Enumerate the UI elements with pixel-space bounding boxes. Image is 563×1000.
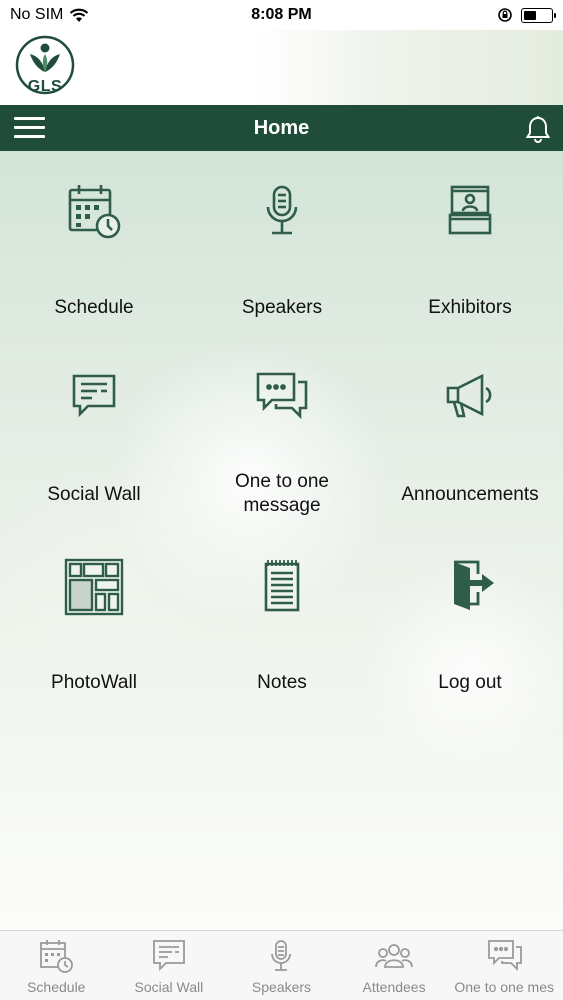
bell-icon — [525, 116, 551, 143]
wifi-icon — [69, 8, 89, 23]
menu-item-photowall[interactable]: PhotoWall — [0, 526, 188, 711]
menu-item-label: Log out — [438, 672, 502, 693]
megaphone-icon — [440, 368, 500, 428]
menu-item-announcements[interactable]: Announcements — [376, 338, 563, 523]
chat-bubble-icon — [150, 939, 188, 973]
menu-line — [14, 117, 45, 120]
chat-bubble-icon — [64, 368, 124, 428]
microphone-icon — [262, 939, 300, 973]
status-right — [497, 7, 556, 23]
tab-social-wall[interactable]: Social Wall — [113, 931, 226, 1000]
menu-line — [14, 126, 45, 129]
microphone-icon — [252, 181, 312, 241]
menu-item-label: Speakers — [241, 297, 323, 318]
menu-item-label: One to one message — [234, 471, 330, 516]
menu-item-one-to-one-message[interactable]: One to one message — [188, 338, 376, 523]
tab-one-to-one-message[interactable]: One to one mes — [450, 931, 563, 1000]
menu-item-label: Exhibitors — [428, 297, 512, 318]
menu-item-exhibitors[interactable]: Exhibitors — [376, 151, 563, 336]
menu-item-label: PhotoWall — [51, 672, 137, 693]
tab-bar: Schedule Social Wall Speakers Attendees … — [0, 930, 563, 1000]
menu-item-speakers[interactable]: Speakers — [188, 151, 376, 336]
status-left: No SIM — [10, 6, 89, 24]
rotation-lock-icon — [497, 7, 513, 23]
tab-label: One to one mes — [454, 979, 554, 995]
battery-icon — [521, 7, 556, 23]
menu-item-log-out[interactable]: Log out — [376, 526, 563, 711]
menu-item-label: Schedule — [54, 297, 134, 318]
tab-label: Schedule — [27, 979, 86, 995]
menu-button[interactable] — [14, 117, 45, 139]
menu-line — [14, 135, 45, 138]
menu-item-label: Announcements — [401, 484, 539, 505]
nav-bar: Home — [0, 105, 563, 151]
menu-item-schedule[interactable]: Schedule — [0, 151, 188, 336]
page-title: Home — [253, 116, 310, 139]
tab-label: Social Wall — [134, 979, 204, 995]
tab-schedule[interactable]: Schedule — [0, 931, 113, 1000]
status-bar: No SIM 8:08 PM — [0, 0, 563, 30]
menu-item-notes[interactable]: Notes — [188, 526, 376, 711]
menu-item-label: Notes — [257, 672, 307, 693]
notepad-icon — [252, 556, 312, 616]
notifications-button[interactable] — [525, 115, 551, 143]
calendar-clock-icon — [64, 181, 124, 241]
exhibitor-booth-icon — [440, 181, 500, 241]
home-grid: Schedule Speakers Exhibitors Social Wall… — [0, 151, 563, 930]
tab-label: Attendees — [362, 979, 426, 995]
menu-item-social-wall[interactable]: Social Wall — [0, 338, 188, 523]
brand-header: GLS — [0, 30, 563, 105]
tab-speakers[interactable]: Speakers — [225, 931, 338, 1000]
logo-text: GLS — [27, 78, 63, 95]
logout-door-icon — [440, 556, 500, 616]
carrier-label: No SIM — [10, 6, 64, 23]
chat-bubbles-icon — [487, 939, 525, 973]
gls-logo: GLS — [14, 34, 76, 100]
calendar-clock-icon — [37, 939, 75, 973]
chat-bubbles-icon — [252, 368, 312, 428]
people-icon — [374, 939, 413, 973]
tab-attendees[interactable]: Attendees — [338, 931, 451, 1000]
tab-label: Speakers — [251, 979, 312, 995]
photo-wall-icon — [64, 556, 124, 616]
menu-item-label: Social Wall — [47, 484, 141, 505]
